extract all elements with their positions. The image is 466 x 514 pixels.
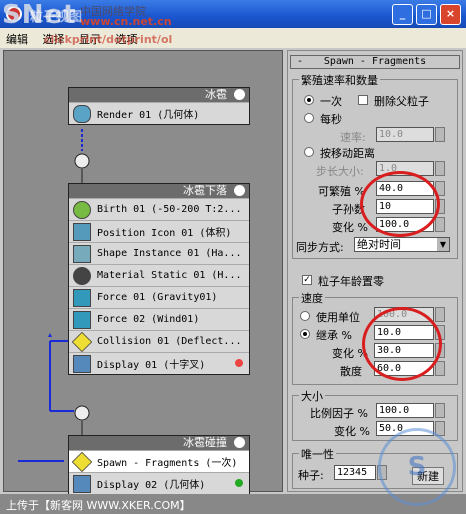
birth-icon bbox=[73, 200, 91, 219]
node-hail[interactable]: 冰雹 Render 01 (几何体) bbox=[68, 87, 250, 125]
menu-watermark: clickprint/dotprint/ol bbox=[44, 33, 173, 46]
operator-row[interactable]: Birth 01 (-50-200 T:2... bbox=[69, 198, 249, 220]
node-title: 冰雹碰撞 bbox=[183, 436, 227, 449]
highlight-oval bbox=[362, 307, 442, 381]
particle-view-window: SNet 中国网络学院 www.cn.net.cn 粒子视图 _ □ × 编辑 … bbox=[0, 0, 466, 514]
operator-row[interactable]: Render 01 (几何体) bbox=[69, 102, 249, 124]
restart-age-checkbox[interactable]: ✓ bbox=[302, 275, 312, 285]
seed-label: 种子: bbox=[298, 469, 324, 482]
divergence-label: 散度 bbox=[340, 365, 362, 378]
operator-row[interactable]: Material Static 01 (H... bbox=[69, 264, 249, 286]
force-icon bbox=[73, 288, 91, 307]
per-second-label: 每秒 bbox=[320, 113, 342, 126]
menu-edit[interactable]: 编辑 bbox=[0, 28, 33, 47]
operator-row[interactable]: Spawn - Fragments (一次) bbox=[69, 450, 249, 472]
teapot-icon bbox=[73, 104, 91, 123]
operator-row[interactable]: Display 02 (几何体) bbox=[69, 472, 249, 494]
once-label: 一次 bbox=[320, 95, 342, 108]
parameters-panel: - Spawn - Fragments 繁殖速率和数量 一次 删除父粒子 每秒 速… bbox=[287, 50, 463, 492]
sync-label: 同步方式: bbox=[296, 241, 344, 254]
display-icon bbox=[73, 474, 91, 493]
shape-icon bbox=[73, 244, 91, 263]
material-icon bbox=[73, 266, 91, 285]
particle-diagram[interactable]: 冰雹 Render 01 (几何体) 冰雹下落 Birth 01 (-50-20… bbox=[3, 50, 283, 495]
spawnable-label: 可繁殖 % bbox=[318, 185, 365, 198]
window-title: 粒子视图 bbox=[30, 10, 83, 25]
scale-spinner[interactable]: 100.0 bbox=[376, 403, 445, 418]
restart-age-label: 粒子年龄置零 bbox=[318, 275, 384, 288]
title-bar[interactable]: SNet 中国网络学院 www.cn.net.cn 粒子视图 _ □ × bbox=[0, 0, 466, 30]
chevron-down-icon: ▼ bbox=[437, 238, 449, 251]
minimize-button[interactable]: _ bbox=[392, 4, 413, 25]
operator-row[interactable]: Display 01 (十字叉) bbox=[69, 352, 249, 374]
node-title: 冰雹下落 bbox=[183, 184, 227, 197]
seed-spinner[interactable]: 12345 bbox=[334, 465, 387, 480]
node-fall[interactable]: 冰雹下落 Birth 01 (-50-200 T:2... Position I… bbox=[68, 183, 250, 375]
collision-icon bbox=[71, 331, 93, 352]
variation-label: 变化 % bbox=[332, 221, 368, 234]
operator-row[interactable]: Collision 01 (Deflect... bbox=[69, 330, 249, 352]
operator-row[interactable]: Position Icon 01 (体积) bbox=[69, 220, 249, 242]
node-hit[interactable]: 冰雹碰撞 Spawn - Fragments (一次) Display 02 (… bbox=[68, 435, 250, 495]
color-swatch[interactable] bbox=[235, 479, 243, 487]
size-variation-label: 变化 % bbox=[334, 425, 370, 438]
inherit-label: 继承 % bbox=[316, 329, 352, 342]
delete-parent-checkbox[interactable] bbox=[358, 95, 368, 105]
display-icon bbox=[73, 354, 91, 373]
inherit-radio[interactable] bbox=[300, 329, 310, 339]
by-distance-label: 按移动距离 bbox=[320, 147, 375, 160]
spinner-arrows[interactable] bbox=[435, 127, 445, 142]
bulb-icon[interactable] bbox=[234, 437, 245, 448]
rate-label: 速率: bbox=[340, 131, 366, 144]
operator-row[interactable]: Force 02 (Wind01) bbox=[69, 308, 249, 330]
rollout-header[interactable]: - Spawn - Fragments bbox=[290, 55, 460, 69]
operator-row[interactable]: Force 01 (Gravity01) bbox=[69, 286, 249, 308]
scale-label: 比例因子 % bbox=[310, 407, 368, 420]
by-distance-radio[interactable] bbox=[304, 147, 314, 157]
node-title: 冰雹 bbox=[205, 88, 227, 101]
rate-spinner[interactable]: 10.0 bbox=[376, 127, 445, 142]
spawn-icon bbox=[71, 451, 93, 472]
delete-parent-label: 删除父粒子 bbox=[374, 95, 429, 108]
color-swatch[interactable] bbox=[235, 359, 243, 367]
step-label: 步长大小: bbox=[316, 165, 364, 178]
operator-row[interactable]: Shape Instance 01 (Ha... bbox=[69, 242, 249, 264]
position-icon bbox=[73, 222, 91, 241]
per-second-radio[interactable] bbox=[304, 113, 314, 123]
once-radio[interactable] bbox=[304, 95, 314, 105]
maximize-button[interactable]: □ bbox=[416, 4, 437, 25]
force-icon bbox=[73, 310, 91, 329]
bulb-icon[interactable] bbox=[234, 89, 245, 100]
watermark-stamp: S bbox=[378, 428, 456, 506]
watermark-url: www.cn.net.cn bbox=[80, 15, 172, 28]
bulb-icon[interactable] bbox=[234, 185, 245, 196]
use-units-radio[interactable] bbox=[300, 311, 310, 321]
use-units-label: 使用单位 bbox=[316, 311, 360, 324]
close-button[interactable]: × bbox=[440, 4, 461, 25]
highlight-oval bbox=[360, 171, 440, 237]
sync-dropdown[interactable]: 绝对时间 ▼ bbox=[354, 237, 450, 252]
